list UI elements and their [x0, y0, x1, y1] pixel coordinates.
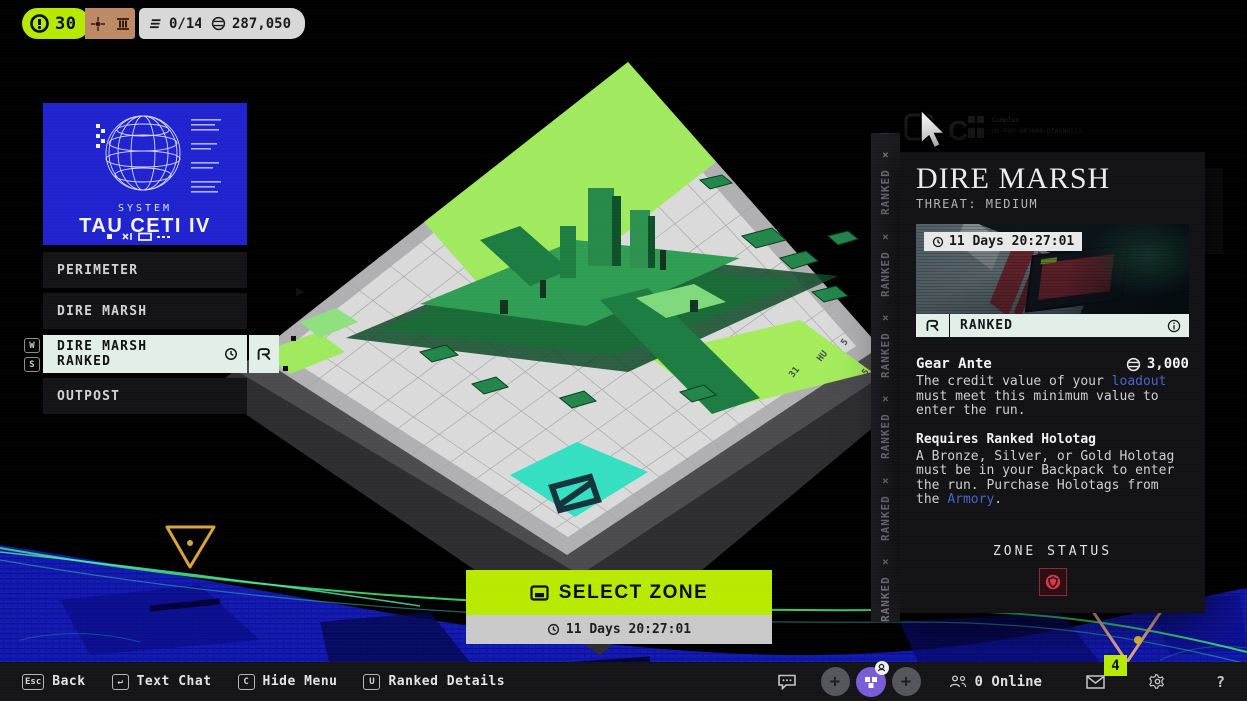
zone-title: DIRE MARSH: [916, 162, 1189, 196]
mode-bar: RANKED: [916, 314, 1189, 337]
clock-icon: [547, 623, 560, 636]
zone-list-item-dire-marsh[interactable]: DIRE MARSH: [43, 293, 247, 329]
select-zone-icon: [530, 585, 549, 601]
c-key-icon: C: [238, 674, 255, 690]
select-zone-timer: 11 Days 20:27:01: [466, 615, 772, 644]
zone-item-label: RANKED: [57, 354, 111, 369]
panel-edge-tab: [1205, 168, 1223, 254]
system-label: SYSTEM: [43, 203, 247, 214]
station-glyph: [96, 124, 105, 148]
mail-icon[interactable]: [1086, 675, 1105, 689]
zone-detail-panel: DIRE MARSH THREAT: MEDIUM 11 Days 20:27:…: [900, 152, 1205, 613]
credits-icon: [211, 16, 226, 31]
ranked-mode-toggle[interactable]: [249, 335, 279, 373]
help-icon[interactable]: ?: [1216, 673, 1225, 691]
drop-marker-right: [1092, 610, 1162, 662]
chat-bubble-icon[interactable]: [777, 673, 797, 690]
ranked-icon: [916, 314, 950, 337]
gear-ante-value: 3,000: [1126, 356, 1189, 372]
game-logo-icon: [29, 13, 50, 34]
keyhint-up: W: [24, 338, 40, 353]
marker-count-badge: 4: [1104, 655, 1127, 676]
faction-meter: [85, 8, 135, 39]
player-level: 30: [55, 14, 76, 34]
gear-ante-label: Gear Ante: [916, 356, 992, 372]
zone-item-label: DIRE MARSH: [57, 339, 147, 354]
credits-icon: [1126, 357, 1141, 372]
zone-threat: THREAT: MEDIUM: [916, 197, 1189, 211]
avatar-blocks-icon: [863, 674, 879, 690]
player-level-pill: 30: [22, 8, 90, 39]
back-button[interactable]: Esc Back: [22, 674, 86, 690]
zone-item-label: DIRE MARSH: [57, 304, 147, 319]
list-lines-icon: [149, 17, 163, 31]
loadout-link[interactable]: loadout: [1112, 374, 1167, 389]
back-label: Back: [52, 674, 85, 689]
coordinate-readout-lines: [191, 119, 221, 193]
zone-list-item-dire-marsh-ranked[interactable]: DIRE MARSH RANKED: [43, 335, 247, 373]
drop-marker-left: [167, 527, 214, 567]
hide-menu-button[interactable]: C Hide Menu: [238, 674, 338, 690]
online-status: 0 Online: [949, 674, 1042, 690]
zone-thumbnail: 11 Days 20:27:01: [916, 224, 1189, 314]
text-chat-button[interactable]: ↵ Text Chat: [112, 674, 212, 690]
armory-link[interactable]: Armory: [947, 492, 994, 507]
clock-icon: [224, 347, 238, 361]
zone-status-shield-icon: [1039, 568, 1067, 596]
avatar-status-badge: [875, 661, 889, 675]
info-icon[interactable]: [1167, 319, 1181, 333]
people-icon: [949, 674, 967, 689]
settings-gear-icon[interactable]: [1149, 673, 1166, 690]
select-zone-button[interactable]: SELECT ZONE 11 Days 20:27:01: [466, 570, 772, 644]
zone-item-label: OUTPOST: [57, 389, 120, 404]
pillar-icon: [115, 16, 131, 32]
hide-menu-label: Hide Menu: [263, 674, 338, 689]
ranked-ribbon: RANKED ×RANKED × RANKED ×RANKED × RANKED…: [871, 133, 900, 622]
u-key-icon: U: [363, 674, 380, 690]
ranked-details-label: Ranked Details: [388, 674, 505, 689]
zone-list-item-perimeter[interactable]: PERIMETER: [43, 252, 247, 288]
system-card: SYSTEM TAU CETI IV: [43, 103, 247, 245]
add-party-member-button[interactable]: +: [892, 667, 921, 696]
credits-stat-pill: 287,050: [201, 8, 305, 39]
keyhint-down: S: [24, 357, 40, 372]
system-name: TAU CETI IV: [43, 215, 247, 238]
mode-label: RANKED: [950, 318, 1167, 333]
text-chat-label: Text Chat: [137, 674, 212, 689]
zone-item-label: PERIMETER: [57, 263, 138, 278]
zone-status-label: ZONE STATUS: [916, 544, 1189, 559]
bottom-bar: Esc Back ↵ Text Chat C Hide Menu U Ranke…: [0, 662, 1247, 701]
select-zone-label: SELECT ZONE: [559, 582, 709, 604]
ranked-icon: [255, 345, 273, 363]
zone-timer-badge: 11 Days 20:27:01: [924, 232, 1082, 251]
player-avatar[interactable]: [856, 667, 886, 697]
enter-key-icon: ↵: [112, 674, 129, 690]
crosshair-dot-icon: [90, 16, 106, 32]
add-party-member-button[interactable]: +: [821, 667, 850, 696]
credits-value: 287,050: [232, 16, 291, 32]
holotag-title: Requires Ranked Holotag: [916, 432, 1189, 447]
esc-key-icon: Esc: [22, 674, 44, 690]
zone-list-item-outpost[interactable]: OUTPOST: [43, 378, 247, 414]
gear-ante-description: The credit value of your loadout must me…: [916, 375, 1189, 419]
ranked-details-button[interactable]: U Ranked Details: [363, 674, 505, 690]
mouse-cursor: [921, 110, 945, 148]
clock-icon: [932, 236, 944, 248]
holotag-description: A Bronze, Silver, or Gold Holotag must b…: [916, 450, 1189, 508]
